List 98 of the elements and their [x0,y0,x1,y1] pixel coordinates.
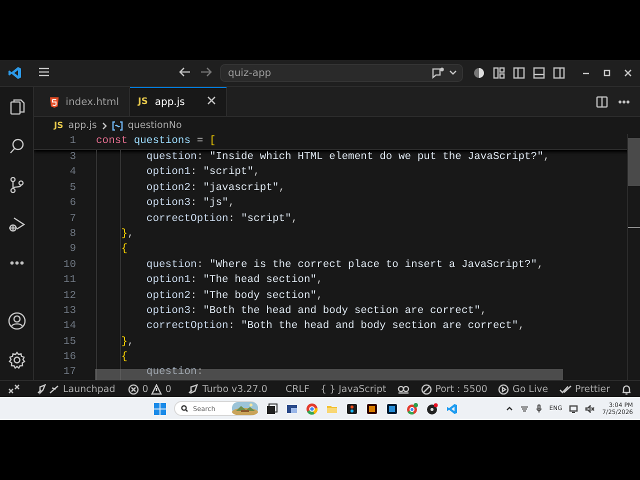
variable-icon [112,120,123,130]
status-item[interactable]: Prettier [575,384,610,394]
command-center[interactable]: quiz-app [220,64,463,82]
close-icon[interactable] [623,68,633,78]
code-line: option3: "js", [145,196,235,212]
line-number: 12 [62,288,76,304]
code-line: const questions = [ [95,134,216,149]
status-item[interactable]: Launchpad [63,384,116,394]
app-logo [8,66,22,80]
code-line: }, [120,226,134,242]
line-number: 6 [68,196,76,212]
breadcrumb-item[interactable]: app.js [68,120,97,131]
browser-icon[interactable] [306,402,318,414]
status-item[interactable]: JavaScript [338,384,386,394]
status-item[interactable]: Go Live [512,384,548,394]
task-view-icon[interactable] [266,402,278,414]
display-icon[interactable] [569,404,578,412]
remote-icon[interactable] [8,384,20,394]
scrollbar-thumb[interactable] [628,138,640,186]
line-number: 7 [68,212,76,227]
source-control-icon[interactable] [8,176,26,194]
illustrator-icon[interactable] [366,402,378,414]
error-count[interactable]: 0 [142,384,148,394]
code-line: option1: "The head section", [145,273,323,288]
design-app-icon[interactable] [346,402,358,414]
half-circle-icon[interactable] [473,67,485,79]
play-circle-icon [498,384,510,394]
line-number: 11 [62,273,76,288]
line-number: 4 [68,165,76,180]
breadcrumb-item[interactable]: questionNo [128,120,182,131]
code-line: question: "Where is the correct place to insert a JavaScript?", [145,258,544,273]
status-item[interactable]: CRLF [285,384,310,394]
double-check-icon [559,384,572,394]
account-icon[interactable] [8,312,26,330]
status-item[interactable]: Port : 5500 [435,384,488,394]
line-number: 8 [68,226,76,242]
code-line: option2: "javascript", [145,180,286,196]
html-file-icon [50,96,59,108]
chat-icon[interactable] [431,67,444,79]
browser-icon[interactable] [406,402,418,414]
code-line: option1: "script", [145,165,260,180]
blocked-icon [421,384,432,394]
file-type-label: JS [138,97,148,107]
files-icon[interactable] [8,98,26,116]
sidebar-toggle-icon[interactable] [513,67,525,79]
code-line: }, [120,334,134,350]
panel-toggle-icon[interactable] [533,67,545,79]
code-line: { [120,242,128,258]
line-number: 14 [62,319,76,334]
line-number: 17 [62,365,76,380]
search-icon[interactable] [8,137,26,155]
chevron-down-icon[interactable] [449,70,457,76]
line-number: 1 [68,134,76,149]
close-icon[interactable] [207,96,216,105]
code-editor-icon[interactable] [446,402,458,414]
status-item[interactable]: Turbo v3.27.0 [202,384,268,394]
secondary-sidebar-icon[interactable] [553,67,565,79]
file-type-label: JS [54,120,64,130]
back-arrow-icon[interactable] [179,66,191,76]
network-icon[interactable] [520,404,530,412]
line-number: 10 [62,258,76,273]
line-number: 16 [62,350,76,366]
line-number: 13 [62,304,76,319]
code-line: option2: "The body section", [145,288,323,304]
menu-icon[interactable] [38,66,50,76]
media-app-icon[interactable] [426,402,438,414]
line-number: 15 [62,334,76,350]
start-icon[interactable] [154,402,166,414]
chevron-right-icon [102,122,107,130]
language-icon: { } [320,384,336,394]
chevron-up-icon[interactable] [506,406,514,411]
line-number: 9 [68,242,76,258]
microphone-icon[interactable] [536,404,542,413]
layout-icon[interactable] [493,67,505,79]
code-line: option3: "Both the head and body section are correct", [145,304,487,319]
code-line: correctOption: "script", [145,212,298,227]
code-line: question: "Inside which HTML element do we put the JavaScript?", [145,150,550,165]
run-debug-icon[interactable] [8,215,26,233]
code-line: question: [145,365,204,380]
muted-speaker-icon[interactable] [585,404,596,412]
line-number: 5 [68,180,76,196]
tab-label: index.html [66,96,119,108]
window-icon[interactable] [286,402,298,414]
error-icon [128,384,140,394]
editor-tab[interactable]: JS app.js [130,87,227,116]
maximize-icon[interactable] [602,68,612,78]
forward-arrow-icon[interactable] [200,66,212,76]
settings-icon[interactable] [8,351,26,369]
search-icon [181,405,188,412]
photoshop-icon[interactable] [386,402,398,414]
warning-count[interactable]: 0 [165,384,172,394]
code-line: { [120,350,128,366]
warning-icon [151,384,162,394]
split-editor-icon[interactable] [596,96,608,108]
line-number: 3 [68,150,76,165]
bell-icon[interactable] [621,384,632,394]
code-line: correctOption: "Both the head and body section are correct", [145,319,524,334]
tab-label: app.js [154,96,185,108]
